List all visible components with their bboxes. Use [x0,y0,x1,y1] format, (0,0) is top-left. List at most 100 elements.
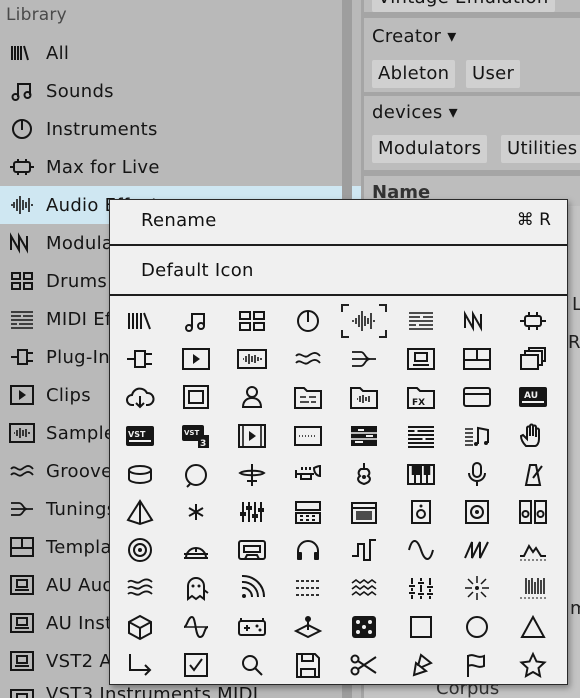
folder-fx-icon[interactable]: FX [395,378,447,416]
metronome-icon[interactable] [507,455,559,493]
cube-icon[interactable] [114,608,166,646]
microphone-icon[interactable] [451,455,503,493]
library-all-icon[interactable] [114,302,166,340]
rss-icon[interactable] [226,569,278,607]
au-badge-icon[interactable]: AU [507,378,559,416]
magnifier-icon[interactable] [226,646,278,684]
arrow-down-right-icon[interactable] [114,646,166,684]
tuning-icon[interactable] [338,340,390,378]
dice-icon[interactable] [338,608,390,646]
burst-icon[interactable] [451,569,503,607]
saw-wave-icon[interactable] [451,531,503,569]
sine-wave-icon[interactable] [395,531,447,569]
wave-icon[interactable] [282,340,334,378]
filter-group-creator: Creator ▾ Ableton User [364,18,580,92]
template-icon[interactable] [451,340,503,378]
sidebar-item-label: Instruments [46,119,158,140]
play-box-icon[interactable] [170,340,222,378]
speaker-small-icon[interactable] [395,493,447,531]
bell-icon[interactable] [170,455,222,493]
guitar-icon[interactable] [338,455,390,493]
vst-badge-icon[interactable]: VST [114,417,166,455]
striped-box-icon[interactable] [338,417,390,455]
circle-icon[interactable] [451,608,503,646]
wavy-lines-icon[interactable] [114,569,166,607]
gamepad-icon[interactable] [226,608,278,646]
filter-chip-user[interactable]: User [466,60,521,88]
pyramid-icon[interactable] [114,493,166,531]
square-icon[interactable] [395,608,447,646]
grid-icon[interactable] [226,302,278,340]
plug-icon [9,346,35,368]
headphones-icon[interactable] [282,531,334,569]
cloud-download-icon[interactable] [114,378,166,416]
menu-item-default-icon[interactable]: Default Icon [110,250,567,294]
cymbal-icon[interactable] [226,455,278,493]
flag-icon[interactable] [451,646,503,684]
filter-chip-vintage-emulation[interactable]: Vintage Emulation [372,0,555,12]
barcode-icon[interactable] [507,569,559,607]
folder-waveform-icon[interactable] [338,378,390,416]
floppy-icon[interactable] [282,646,334,684]
ghost-icon[interactable] [170,569,222,607]
pin-icon[interactable] [395,646,447,684]
sidebar-item-instruments[interactable]: Instruments [0,110,361,148]
power-icon [9,118,35,140]
sidebar-item-all[interactable]: All [0,34,361,72]
scissors-icon[interactable] [338,646,390,684]
user-icon[interactable] [226,378,278,416]
modulator-icon[interactable] [451,302,503,340]
filter-chip-modulators[interactable]: Modulators [372,135,488,163]
menu-item-rename[interactable]: Rename ⌘ R [110,200,567,244]
lines-box-icon[interactable] [395,417,447,455]
vinyl-icon[interactable] [114,531,166,569]
drum-icon[interactable] [114,455,166,493]
window-icon[interactable] [451,378,503,416]
amp-icon[interactable] [338,493,390,531]
cassette-icon[interactable] [226,531,278,569]
creator-filter-title[interactable]: Creator ▾ [372,26,457,47]
s-curve-icon[interactable] [170,608,222,646]
menu-separator [110,294,567,296]
dashed-lines-icon[interactable] [282,569,334,607]
devices-filter-title[interactable]: devices ▾ [372,102,458,123]
grid-icon [9,270,35,292]
sidebar-item-sounds[interactable]: Sounds [0,72,361,110]
faders-icon[interactable] [226,493,278,531]
sample-icon[interactable] [226,340,278,378]
triple-wave-icon[interactable] [338,569,390,607]
sidebar-item-max-for-live[interactable]: Max for Live [0,148,361,186]
envelope-icon[interactable] [507,531,559,569]
triangle-icon[interactable] [507,608,559,646]
checkbox-icon[interactable] [170,646,222,684]
filter-chip-ableton[interactable]: Ableton [372,60,456,88]
frame-icon[interactable] [170,378,222,416]
filter-chip-utilities[interactable]: Utilities [501,135,580,163]
folder-list-icon[interactable] [282,378,334,416]
piano-keys-icon[interactable] [395,455,447,493]
midi-effects-icon[interactable] [395,302,447,340]
music-note-icon[interactable] [170,302,222,340]
stacked-windows-icon[interactable] [507,340,559,378]
dots-grid-icon[interactable] [395,569,447,607]
square-wave-icon[interactable] [338,531,390,569]
vst3-badge-icon[interactable]: VST 3 [170,417,222,455]
max-plug-icon[interactable] [507,302,559,340]
power-icon[interactable] [282,302,334,340]
video-icon[interactable] [226,417,278,455]
drum-machine-icon[interactable] [282,493,334,531]
asterisk-icon[interactable] [170,493,222,531]
trumpet-icon[interactable] [282,455,334,493]
dome-icon[interactable] [170,531,222,569]
hand-icon[interactable] [507,417,559,455]
note-icon [9,80,35,102]
waveform-icon[interactable] [338,302,390,340]
au-unit-icon[interactable] [395,340,447,378]
sheet-music-icon[interactable] [451,417,503,455]
dotted-box-icon[interactable] [282,417,334,455]
speaker-icon[interactable] [451,493,503,531]
speaker-pair-icon[interactable] [507,493,559,531]
joystick-icon[interactable] [282,608,334,646]
star-icon[interactable] [507,646,559,684]
plug-icon[interactable] [114,340,166,378]
